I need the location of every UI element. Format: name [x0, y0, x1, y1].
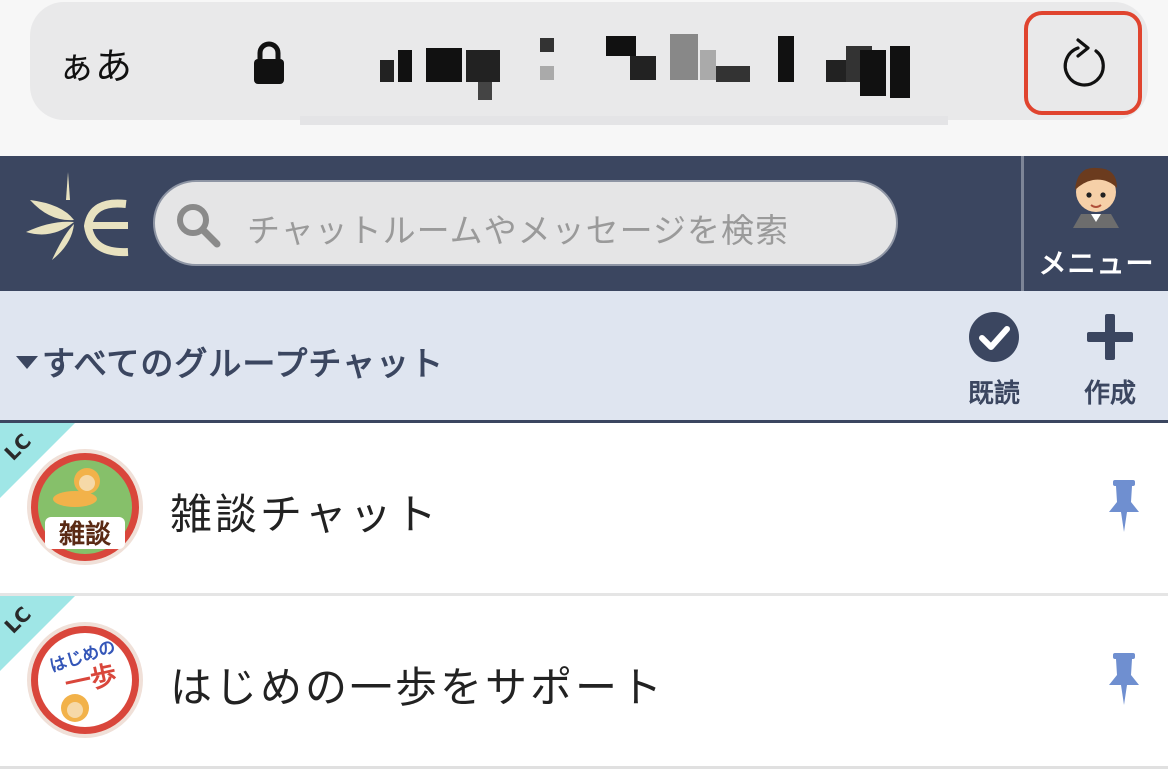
group-chat-section-header: すべてのグループチャット 既読 作成 [0, 291, 1168, 423]
mark-all-read-button[interactable]: 既読 [949, 311, 1039, 410]
lock-icon [254, 41, 284, 84]
check-circle-icon [969, 312, 1019, 362]
create-chat-button[interactable]: 作成 [1065, 311, 1155, 410]
menu-button[interactable]: メニュー [1025, 156, 1168, 291]
room-icon-first-step: はじめの 一歩 [27, 622, 143, 738]
plus-icon [1087, 314, 1133, 360]
app-logo[interactable] [22, 170, 134, 270]
pin-icon[interactable] [1104, 478, 1144, 534]
section-title: すべてのグループチャット [42, 344, 445, 383]
room-icon-text: 雑談 [58, 519, 112, 550]
list-item[interactable]: LC 雑談 雑談チャット [0, 423, 1168, 596]
search-placeholder: チャットルームやメッセージを検索 [247, 211, 790, 250]
search-input[interactable]: チャットルームやメッセージを検索 [153, 180, 898, 266]
menu-label: メニュー [1038, 247, 1155, 280]
read-all-label: 既読 [967, 379, 1020, 409]
reload-icon[interactable] [1058, 36, 1112, 92]
avatar [1073, 167, 1119, 228]
caret-down-icon [16, 356, 38, 369]
search-icon [177, 204, 221, 248]
url-underline [300, 116, 948, 125]
pin-icon[interactable] [1104, 651, 1144, 707]
header-divider [1021, 156, 1024, 291]
browser-toolbar: ぁあ [0, 0, 1168, 156]
room-name: 雑談チャット [170, 490, 440, 539]
text-size-button[interactable]: ぁあ [58, 36, 132, 90]
list-item[interactable]: LC はじめの 一歩 はじめの一歩をサポート [0, 596, 1168, 769]
room-name: はじめの一歩をサポート [170, 663, 666, 712]
create-label: 作成 [1083, 379, 1136, 409]
room-icon-chat: 雑談 [27, 449, 143, 565]
section-toggle[interactable]: すべてのグループチャット [16, 337, 444, 385]
url-text-redacted[interactable] [300, 30, 920, 100]
